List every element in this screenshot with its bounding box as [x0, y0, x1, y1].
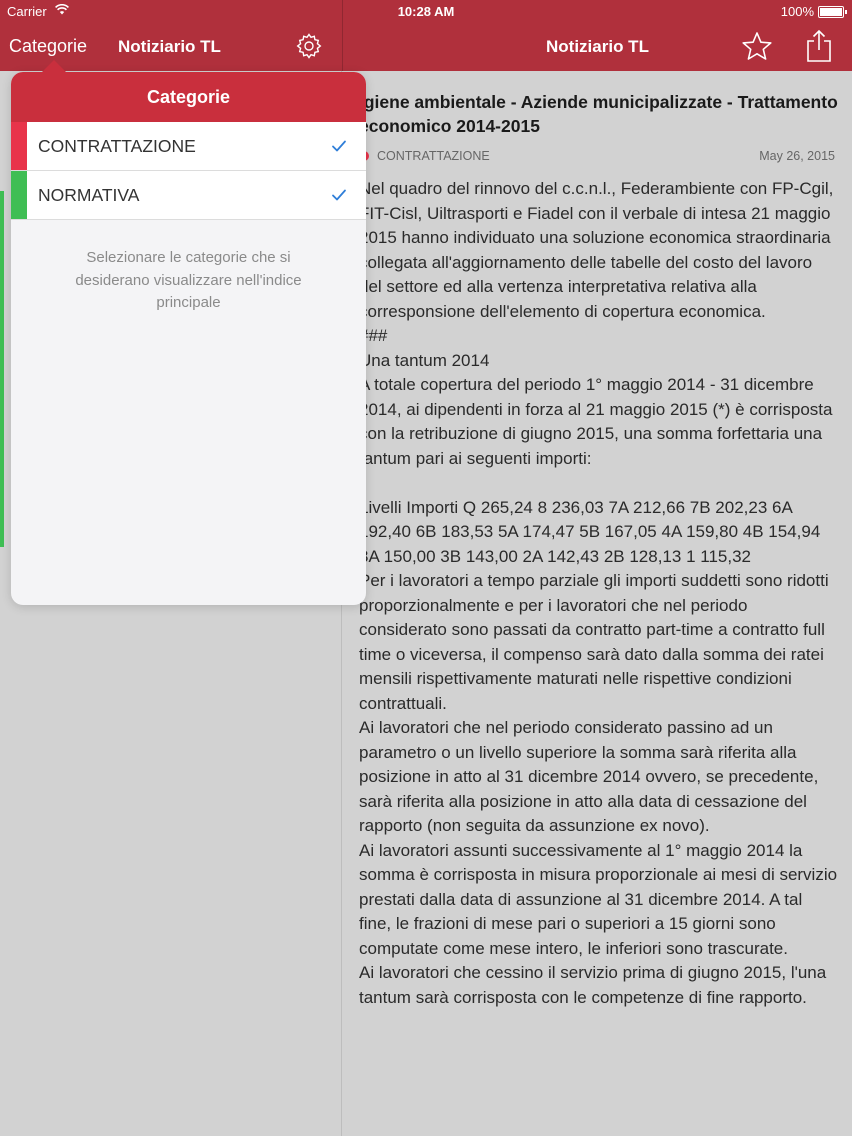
- category-list: CONTRATTAZIONE NORMATIVA: [11, 122, 366, 220]
- categorie-button[interactable]: Categorie: [9, 36, 87, 57]
- detail-title: Notiziario TL: [546, 37, 649, 56]
- category-row-normativa[interactable]: NORMATIVA: [11, 171, 366, 220]
- star-icon[interactable]: [741, 31, 773, 61]
- category-label: CONTRATTAZIONE: [38, 136, 196, 156]
- checkmark-icon: [332, 140, 346, 152]
- popover-title: Categorie: [11, 72, 366, 122]
- category-row-contrattazione[interactable]: CONTRATTAZIONE: [11, 122, 366, 171]
- article-category: CONTRATTAZIONE: [377, 149, 490, 163]
- article-detail: igiene ambientale - Aziende municipalizz…: [343, 71, 852, 1136]
- battery-icon: [818, 6, 847, 18]
- clock: 10:28 AM: [397, 4, 455, 19]
- master-title: Notiziario TL: [118, 37, 221, 56]
- navigation-bar: Carrier 10:28 AM 100% Categorie Notiziar…: [0, 0, 852, 71]
- article-date: May 26, 2015: [759, 149, 835, 163]
- nav-divider: [342, 0, 343, 71]
- category-color-edge: [0, 191, 4, 547]
- article-meta: CONTRATTAZIONE May 26, 2015: [359, 149, 835, 165]
- gear-icon[interactable]: [295, 32, 323, 60]
- article-title: igiene ambientale - Aziende municipalizz…: [359, 92, 838, 136]
- checkmark-icon: [332, 189, 346, 201]
- category-color-contrattazione: [11, 122, 27, 170]
- categories-popover: Categorie CONTRATTAZIONE NORMATIVA Selez…: [11, 72, 366, 605]
- share-icon[interactable]: [804, 29, 834, 63]
- category-color-normativa: [11, 171, 27, 219]
- status-bar: Carrier 10:28 AM 100%: [0, 0, 852, 24]
- popover-hint: Selezionare le categorie che si desidera…: [75, 249, 302, 311]
- popover-arrow: [42, 60, 66, 72]
- category-label: NORMATIVA: [38, 185, 140, 205]
- battery-percentage: 100%: [780, 4, 814, 19]
- article-body: Nel quadro del rinnovo del c.c.n.l., Fed…: [359, 179, 838, 1007]
